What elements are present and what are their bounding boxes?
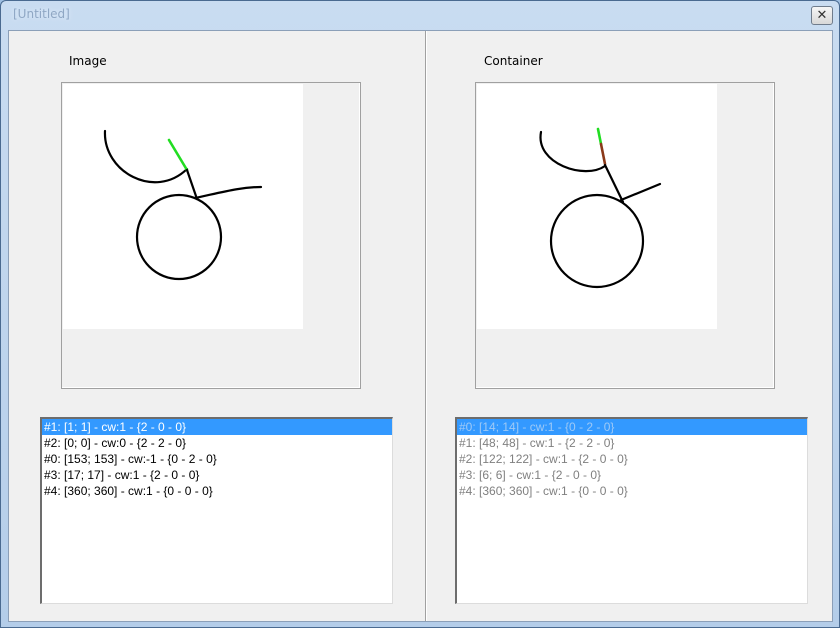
image-tail xyxy=(193,185,263,200)
list-item[interactable]: #1: [1; 1] - cw:1 - {2 - 0 - 0} xyxy=(42,419,392,435)
container-green-segment xyxy=(596,127,603,146)
list-item[interactable]: #4: [360; 360] - cw:1 - {0 - 0 - 0} xyxy=(457,483,807,499)
list-item[interactable]: #0: [14; 14] - cw:1 - {0 - 2 - 0} xyxy=(457,419,807,435)
client-area: Image #1: [1; 1] - cw:1 - {2 - 0 - 0} #2… xyxy=(8,30,833,622)
list-item[interactable]: #4: [360; 360] - cw:1 - {0 - 0 - 0} xyxy=(42,483,392,499)
list-item[interactable]: #0: [153; 153] - cw:-1 - {0 - 2 - 0} xyxy=(42,451,392,467)
main-window: [Untitled] ✕ Image #1: [1; 1] - cw:1 - {… xyxy=(0,0,840,628)
image-label: Image xyxy=(69,54,107,68)
image-green-segment xyxy=(167,138,189,172)
container-frame xyxy=(475,82,775,389)
image-stem xyxy=(185,168,199,201)
list-item[interactable]: #3: [6; 6] - cw:1 - {2 - 0 - 0} xyxy=(457,467,807,483)
close-icon: ✕ xyxy=(816,8,828,23)
container-tail xyxy=(619,182,662,202)
container-brown-segment xyxy=(599,142,607,166)
list-item[interactable]: #2: [0; 0] - cw:0 - {2 - 2 - 0} xyxy=(42,435,392,451)
image-drawing xyxy=(103,129,263,281)
container-contour-list[interactable]: #0: [14; 14] - cw:1 - {0 - 2 - 0} #1: [4… xyxy=(455,417,808,604)
container-canvas xyxy=(477,84,717,329)
container-arc xyxy=(539,130,607,173)
close-button[interactable]: ✕ xyxy=(811,6,833,25)
image-circle xyxy=(135,193,223,281)
container-drawing xyxy=(539,127,662,289)
list-item[interactable]: #3: [17; 17] - cw:1 - {2 - 0 - 0} xyxy=(42,467,392,483)
panel-divider xyxy=(425,31,427,621)
title-bar[interactable]: [Untitled] ✕ xyxy=(1,1,839,29)
image-contour-list[interactable]: #1: [1; 1] - cw:1 - {2 - 0 - 0} #2: [0; … xyxy=(40,417,393,604)
image-arc xyxy=(103,129,189,184)
image-canvas xyxy=(63,84,303,329)
list-item[interactable]: #1: [48; 48] - cw:1 - {2 - 2 - 0} xyxy=(457,435,807,451)
container-label: Container xyxy=(484,54,543,68)
list-item[interactable]: #2: [122; 122] - cw:1 - {2 - 0 - 0} xyxy=(457,451,807,467)
container-circle xyxy=(549,193,645,289)
window-title: [Untitled] xyxy=(13,7,70,21)
image-frame xyxy=(61,82,361,389)
